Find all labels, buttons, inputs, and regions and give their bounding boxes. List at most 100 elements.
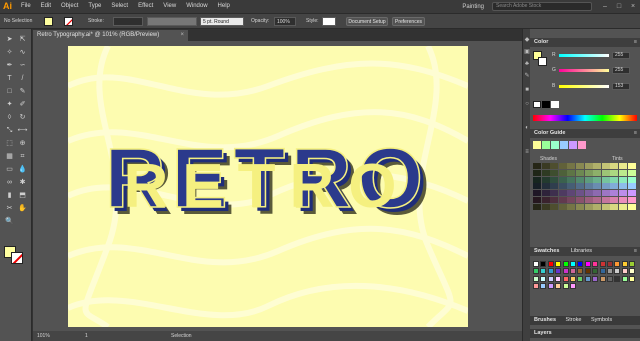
guide-swatch[interactable] bbox=[593, 176, 602, 183]
stroke-color-swatch[interactable] bbox=[64, 17, 73, 26]
rectangle-tool[interactable]: □ bbox=[4, 87, 15, 97]
eyedropper-tool[interactable]: 💧 bbox=[17, 165, 28, 175]
blue-value-field[interactable]: 153 bbox=[612, 83, 630, 90]
tab-swatches[interactable]: Swatches bbox=[534, 248, 559, 254]
color-guide-harmony[interactable] bbox=[533, 141, 588, 149]
guide-swatch[interactable] bbox=[533, 203, 541, 210]
guide-swatch[interactable] bbox=[601, 183, 610, 190]
guide-swatch[interactable] bbox=[584, 163, 593, 169]
pencil-tool[interactable]: ✐ bbox=[17, 100, 28, 110]
artboard[interactable]: RETRO RETRO RETRO RETRO bbox=[68, 46, 468, 327]
tab-brushes[interactable]: Brushes bbox=[534, 317, 556, 323]
guide-swatch[interactable] bbox=[619, 197, 627, 203]
swatch-item[interactable] bbox=[592, 268, 599, 275]
artboard-tool[interactable]: ⬒ bbox=[17, 191, 28, 201]
swatch-item[interactable] bbox=[547, 261, 554, 267]
stroke-swatch[interactable] bbox=[11, 252, 23, 264]
guide-swatch[interactable] bbox=[627, 197, 636, 203]
swatch-item[interactable] bbox=[629, 261, 636, 267]
guide-swatch[interactable] bbox=[550, 169, 559, 176]
guide-swatch[interactable] bbox=[567, 183, 576, 190]
rotate-tool[interactable]: ↻ bbox=[17, 113, 28, 123]
guide-swatch[interactable] bbox=[533, 169, 541, 176]
guide-swatch[interactable] bbox=[584, 183, 593, 190]
swatch-item[interactable] bbox=[562, 283, 569, 290]
menu-view[interactable]: View bbox=[158, 0, 181, 13]
swatch-item[interactable] bbox=[621, 261, 628, 267]
guide-swatch[interactable] bbox=[550, 190, 559, 197]
swatch-item[interactable] bbox=[621, 275, 628, 282]
column-graph-tool[interactable]: ▮ bbox=[4, 191, 15, 201]
swatch-item[interactable] bbox=[562, 275, 569, 282]
guide-swatch[interactable] bbox=[576, 190, 584, 197]
direct-selection-tool[interactable]: ⇱ bbox=[17, 35, 28, 45]
line-tool[interactable]: / bbox=[17, 74, 28, 84]
guide-swatch[interactable] bbox=[619, 190, 627, 197]
tab-layers[interactable]: Layers bbox=[534, 330, 552, 336]
guide-swatch[interactable] bbox=[567, 163, 576, 169]
guide-swatch[interactable] bbox=[593, 197, 602, 203]
tab-stroke[interactable]: Stroke bbox=[566, 317, 582, 323]
retro-artwork[interactable]: RETRO RETRO RETRO RETRO bbox=[68, 46, 468, 327]
width-tool[interactable]: ⟷ bbox=[17, 126, 28, 136]
panel-menu-icon[interactable]: ≡ bbox=[634, 247, 637, 256]
guide-swatch[interactable] bbox=[576, 197, 584, 203]
swatch-item[interactable] bbox=[599, 261, 606, 267]
swatches-header[interactable]: Swatches Libraries ≡ bbox=[530, 247, 640, 256]
swatch-item[interactable] bbox=[540, 261, 547, 267]
tab-libraries[interactable]: Libraries bbox=[571, 248, 592, 254]
swatch-item[interactable] bbox=[533, 268, 539, 275]
menu-file[interactable]: File bbox=[16, 0, 36, 13]
swatch-item[interactable] bbox=[533, 261, 539, 267]
swatch-item[interactable] bbox=[570, 275, 576, 282]
swatch-item[interactable] bbox=[570, 268, 576, 275]
swatch-item[interactable] bbox=[577, 261, 584, 267]
guide-swatch[interactable] bbox=[610, 169, 619, 176]
swatch-item[interactable] bbox=[614, 261, 621, 267]
swatch-item[interactable] bbox=[555, 283, 562, 290]
graphic-style-picker[interactable] bbox=[322, 17, 336, 26]
guide-swatch[interactable] bbox=[576, 176, 584, 183]
brush-definition[interactable]: 5 pt. Round bbox=[200, 17, 244, 26]
color-guide-header[interactable]: Color Guide ≡ bbox=[530, 129, 640, 138]
guide-swatch[interactable] bbox=[627, 169, 636, 176]
gradient-tool[interactable]: ▭ bbox=[4, 165, 15, 175]
black-color-button[interactable] bbox=[542, 101, 550, 108]
guide-swatch[interactable] bbox=[541, 169, 550, 176]
menu-help[interactable]: Help bbox=[213, 0, 235, 13]
swatch-item[interactable] bbox=[629, 268, 636, 275]
panel-menu-icon[interactable]: ≡ bbox=[634, 129, 637, 138]
guide-swatch[interactable] bbox=[601, 163, 610, 169]
guide-swatch[interactable] bbox=[584, 190, 593, 197]
guide-swatch[interactable] bbox=[558, 163, 567, 169]
guide-swatch[interactable] bbox=[558, 197, 567, 203]
swatch-item[interactable] bbox=[592, 261, 599, 267]
guide-swatch[interactable] bbox=[533, 176, 541, 183]
guide-swatch[interactable] bbox=[541, 190, 550, 197]
guide-swatch[interactable] bbox=[576, 203, 584, 210]
menu-effect[interactable]: Effect bbox=[133, 0, 158, 13]
guide-swatch[interactable] bbox=[576, 183, 584, 190]
swatch-item[interactable] bbox=[584, 261, 591, 267]
fill-color-swatch[interactable] bbox=[44, 17, 53, 26]
guide-swatch[interactable] bbox=[558, 183, 567, 190]
guide-swatch[interactable] bbox=[584, 203, 593, 210]
swatch-item[interactable] bbox=[555, 261, 562, 267]
document-tab[interactable]: Retro Typography.ai* @ 101% (RGB/Preview… bbox=[33, 30, 188, 41]
swatch-item[interactable] bbox=[570, 261, 576, 267]
guide-swatch[interactable] bbox=[550, 183, 559, 190]
guide-swatch[interactable] bbox=[558, 176, 567, 183]
guide-swatch[interactable] bbox=[593, 190, 602, 197]
guide-swatch[interactable] bbox=[576, 163, 584, 169]
eraser-tool[interactable]: ◊ bbox=[4, 113, 15, 123]
swatch-item[interactable] bbox=[562, 261, 569, 267]
color-guide-grid[interactable] bbox=[533, 163, 637, 211]
shaper-tool[interactable]: ✦ bbox=[4, 100, 15, 110]
color-spectrum-bar[interactable] bbox=[533, 115, 637, 121]
guide-swatch[interactable] bbox=[593, 203, 602, 210]
guide-swatch[interactable] bbox=[619, 203, 627, 210]
guide-swatch[interactable] bbox=[601, 169, 610, 176]
symbol-sprayer-tool[interactable]: ✱ bbox=[17, 178, 28, 188]
guide-swatch[interactable] bbox=[541, 163, 550, 169]
workspace-switcher[interactable]: Painting bbox=[462, 4, 484, 10]
